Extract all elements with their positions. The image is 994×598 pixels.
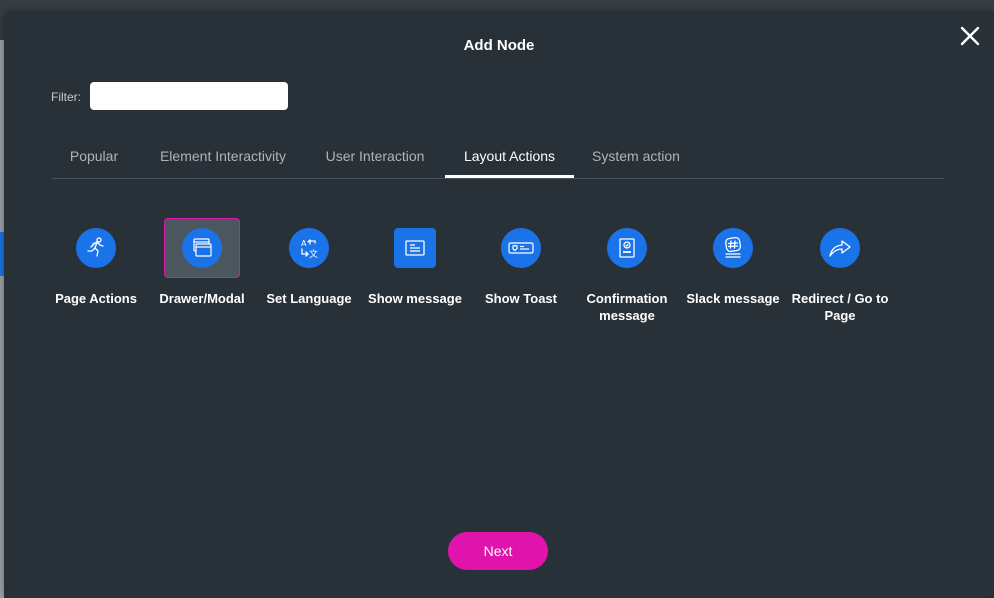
node-label: Set Language (266, 291, 352, 306)
message-box-icon (405, 240, 425, 256)
node-page-actions[interactable] (58, 218, 134, 278)
confirmation-icon (619, 238, 635, 258)
dialog-title: Add Node (463, 37, 535, 54)
node-show-toast[interactable] (483, 218, 559, 278)
translate-icon: A 文 (301, 239, 318, 260)
filter-input[interactable] (90, 82, 288, 110)
node-label: Show message (368, 291, 462, 306)
node-slack-message[interactable] (695, 218, 771, 278)
node-redirect-go-to-page[interactable] (802, 218, 878, 278)
next-button[interactable]: Next (448, 532, 548, 570)
close-button[interactable] (958, 24, 982, 48)
svg-text:A: A (301, 239, 307, 248)
node-drawer-modal[interactable] (164, 218, 240, 278)
close-icon (960, 26, 980, 46)
node-show-message[interactable] (377, 218, 453, 278)
node-label: Confirmation message (586, 291, 668, 323)
node-label: Slack message (686, 291, 780, 306)
node-label: Redirect / Go to Page (791, 291, 889, 323)
node-label: Show Toast (485, 291, 557, 306)
slack-hash-icon (725, 236, 742, 258)
filter-label: Filter: (51, 90, 81, 104)
tab-system-action[interactable]: System action (584, 134, 688, 177)
node-set-language[interactable]: A 文 (271, 218, 347, 278)
category-tabs: Popular Element Interactivity User Inter… (52, 134, 944, 179)
node-label: Page Actions (55, 291, 137, 306)
tab-layout-actions[interactable]: Layout Actions (445, 134, 574, 178)
redirect-arrow-icon (829, 240, 851, 257)
add-node-dialog: Add Node Filter: Popular Element Interac… (4, 12, 994, 598)
running-person-icon (87, 237, 104, 257)
tab-popular[interactable]: Popular (52, 134, 136, 177)
node-label: Drawer/Modal (159, 291, 245, 306)
tab-user-interaction[interactable]: User Interaction (314, 134, 436, 177)
node-confirmation-message[interactable] (589, 218, 665, 278)
toast-card-icon (508, 242, 534, 254)
tab-element-interactivity[interactable]: Element Interactivity (148, 134, 298, 177)
stacked-windows-icon (193, 238, 212, 257)
svg-text:文: 文 (309, 248, 318, 260)
